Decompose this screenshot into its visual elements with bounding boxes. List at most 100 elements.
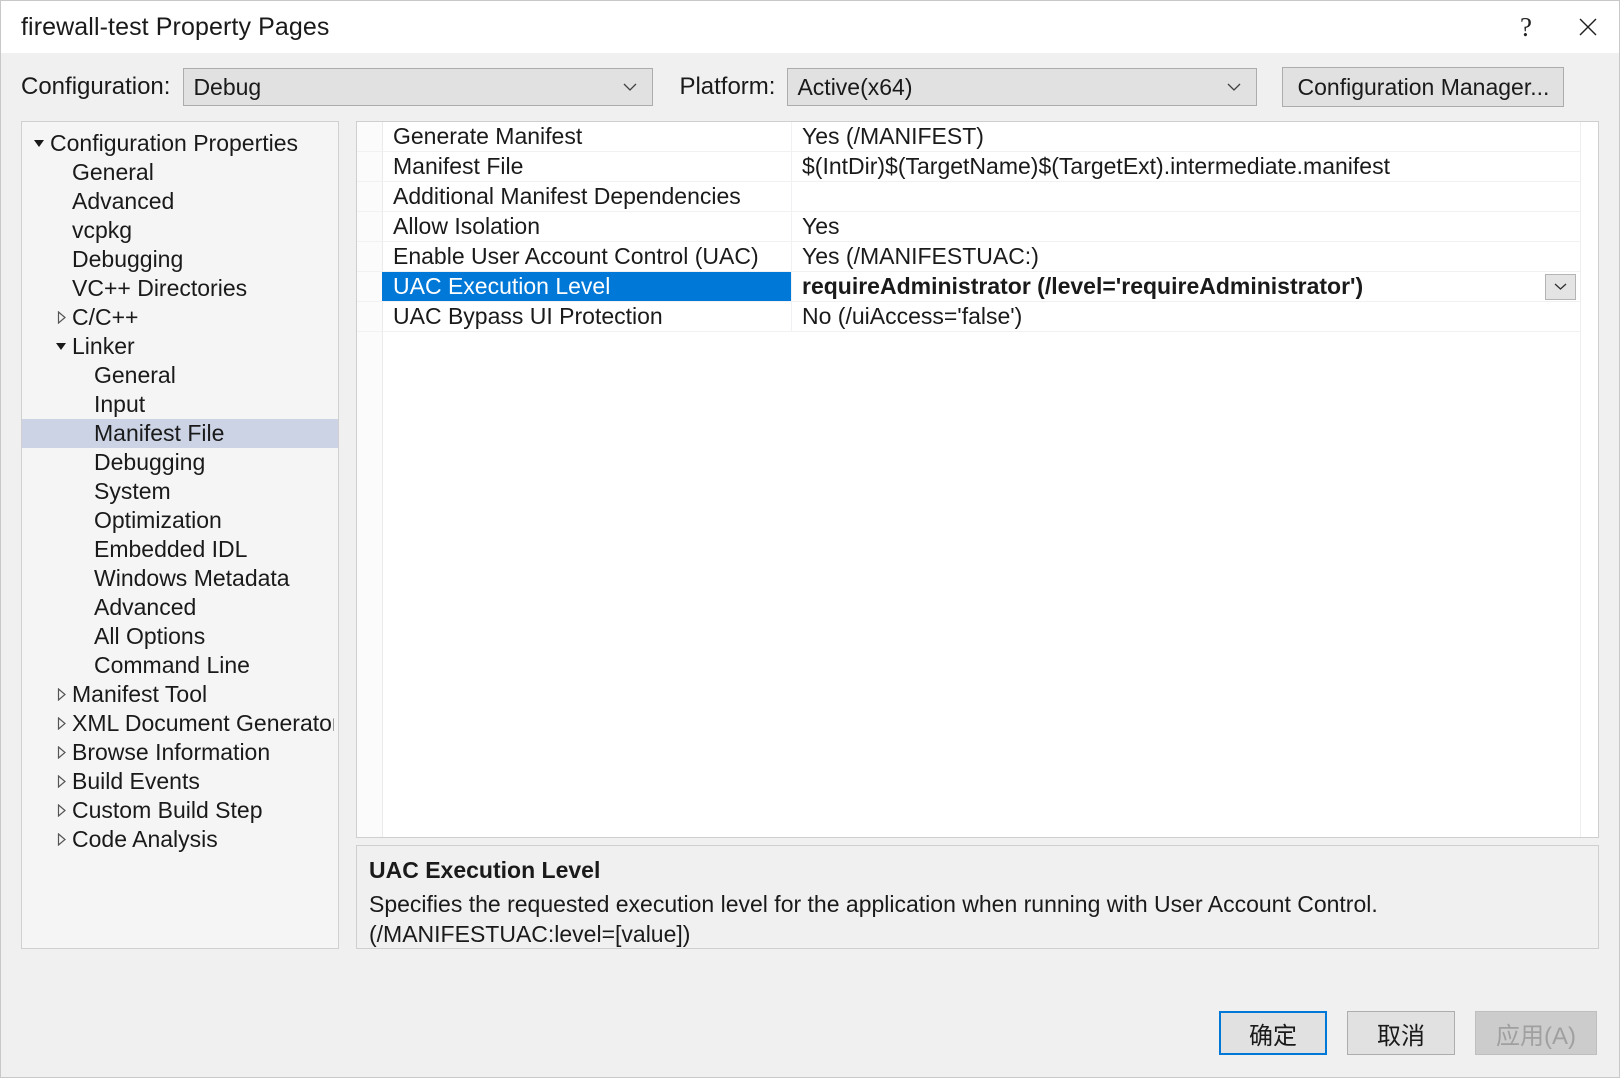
platform-select[interactable]: Active(x64) — [787, 68, 1258, 106]
property-description-pane: UAC Execution Level Specifies the reques… — [356, 845, 1599, 949]
tree-item-label: Browse Information — [72, 739, 271, 765]
chevron-down-icon — [1554, 283, 1567, 290]
platform-value: Active(x64) — [797, 73, 913, 100]
tree-item-configuration-properties[interactable]: Configuration Properties — [22, 129, 338, 158]
property-grid[interactable]: Generate Manifest Yes (/MANIFEST) Manifest… — [356, 121, 1599, 838]
tree-item-system[interactable]: System — [22, 477, 338, 506]
property-row[interactable]: Allow Isolation Yes — [357, 212, 1598, 242]
tree-item-all-options[interactable]: All Options — [22, 622, 338, 651]
tree-item-label: C/C++ — [72, 304, 139, 330]
configuration-manager-button[interactable]: Configuration Manager... — [1282, 67, 1565, 107]
chevron-down-icon — [622, 79, 638, 95]
tree-item-label: General — [94, 362, 176, 388]
tree-item-label: Build Events — [72, 768, 200, 794]
tree-item-debugging[interactable]: Debugging — [22, 245, 338, 274]
tree-item-label: Debugging — [72, 246, 184, 272]
property-value-cell[interactable]: Yes (/MANIFESTUAC:) — [791, 242, 1598, 271]
tree-item-debugging[interactable]: Debugging — [22, 448, 338, 477]
tree-item-vc-directories[interactable]: VC++ Directories — [22, 274, 338, 303]
tree-item-label: vcpkg — [72, 217, 133, 243]
value-dropdown-button[interactable] — [1545, 274, 1576, 300]
tree-item-label: All Options — [94, 623, 206, 649]
tree-item-label: XML Document Generator — [72, 710, 334, 736]
tree-item-linker[interactable]: Linker — [22, 332, 338, 361]
property-value-cell[interactable]: No (/uiAccess='false') — [791, 302, 1598, 331]
tree-item-manifest-file[interactable]: Manifest File — [22, 419, 338, 448]
tree-item-label: Input — [94, 391, 146, 417]
property-row[interactable]: Additional Manifest Dependencies — [357, 182, 1598, 212]
tree-item-advanced[interactable]: Advanced — [22, 187, 338, 216]
tree-item-label: VC++ Directories — [72, 275, 248, 301]
description-line-1: Specifies the requested execution level … — [369, 891, 1378, 917]
tree-item-optimization[interactable]: Optimization — [22, 506, 338, 535]
tree-item-label: Command Line — [94, 652, 250, 678]
tree-item-windows-metadata[interactable]: Windows Metadata — [22, 564, 338, 593]
property-value-cell[interactable]: Yes — [791, 212, 1598, 241]
title-bar: firewall-test Property Pages ? — [1, 1, 1619, 53]
tree-item-label: Manifest File — [94, 420, 225, 446]
expand-triangle-right-icon[interactable] — [50, 775, 72, 788]
window-controls: ? — [1495, 1, 1619, 53]
tree-item-label: Custom Build Step — [72, 797, 263, 823]
tree-item-label: Advanced — [94, 594, 197, 620]
description-line-2: (/MANIFESTUAC:level=[value]) — [369, 921, 691, 947]
configuration-tree[interactable]: Configuration Properties General Advanced v… — [21, 121, 339, 949]
configuration-label: Configuration: — [21, 73, 171, 100]
property-name-cell[interactable]: Manifest File — [382, 152, 791, 181]
expand-triangle-down-icon[interactable] — [50, 340, 72, 353]
tree-item-advanced[interactable]: Advanced — [22, 593, 338, 622]
property-row[interactable]: UAC Bypass UI Protection No (/uiAccess='f… — [357, 302, 1598, 332]
page-title: firewall-test Property Pages — [21, 12, 330, 41]
tree-item-build-events[interactable]: Build Events — [22, 767, 338, 796]
tree-item-label: Advanced — [72, 188, 175, 214]
property-row[interactable]: Manifest File $(IntDir)$(TargetName)$(Tar… — [357, 152, 1598, 182]
property-name-cell[interactable]: UAC Execution Level — [382, 272, 791, 301]
tree-item-code-analysis[interactable]: Code Analysis — [22, 825, 338, 854]
tree-item-label: Linker — [72, 333, 135, 359]
tree-item-browse-information[interactable]: Browse Information — [22, 738, 338, 767]
property-value-cell[interactable]: requireAdministrator (/level='requireAdm… — [791, 272, 1598, 301]
property-name-cell[interactable]: Allow Isolation — [382, 212, 791, 241]
property-name-cell[interactable]: Additional Manifest Dependencies — [382, 182, 791, 211]
configuration-select[interactable]: Debug — [183, 68, 654, 106]
description-title: UAC Execution Level — [369, 857, 601, 883]
tree-item-xml-document-generator[interactable]: XML Document Generator — [22, 709, 338, 738]
property-row[interactable]: UAC Execution Level requireAdministrator … — [357, 272, 1598, 302]
property-name-cell[interactable]: Generate Manifest — [382, 122, 791, 151]
property-row[interactable]: Enable User Account Control (UAC) Yes (/M… — [357, 242, 1598, 272]
help-button[interactable]: ? — [1495, 1, 1557, 53]
tree-item-command-line[interactable]: Command Line — [22, 651, 338, 680]
tree-item-vcpkg[interactable]: vcpkg — [22, 216, 338, 245]
tree-item-input[interactable]: Input — [22, 390, 338, 419]
dialog-footer: 确定 取消 应用(A) — [1, 989, 1619, 1077]
expand-triangle-down-icon[interactable] — [28, 137, 50, 150]
property-name-cell[interactable]: Enable User Account Control (UAC) — [382, 242, 791, 271]
expand-triangle-right-icon[interactable] — [50, 746, 72, 759]
property-value-cell[interactable]: $(IntDir)$(TargetName)$(TargetExt).inter… — [791, 152, 1598, 181]
property-value-cell[interactable]: Yes (/MANIFEST) — [791, 122, 1598, 151]
property-name-cell[interactable]: UAC Bypass UI Protection — [382, 302, 791, 331]
tree-item-label: System — [94, 478, 171, 504]
grid-scrollbar[interactable] — [1580, 122, 1598, 837]
tree-item-label: Manifest Tool — [72, 681, 208, 707]
apply-button[interactable]: 应用(A) — [1475, 1011, 1597, 1055]
cancel-button[interactable]: 取消 — [1347, 1011, 1455, 1055]
expand-triangle-right-icon[interactable] — [50, 804, 72, 817]
tree-item-label: Code Analysis — [72, 826, 218, 852]
expand-triangle-right-icon[interactable] — [50, 688, 72, 701]
property-value-cell[interactable] — [791, 182, 1598, 211]
tree-item-c-c[interactable]: C/C++ — [22, 303, 338, 332]
tree-item-embedded-idl[interactable]: Embedded IDL — [22, 535, 338, 564]
expand-triangle-right-icon[interactable] — [50, 311, 72, 324]
tree-item-label: Configuration Properties — [50, 130, 299, 156]
tree-item-custom-build-step[interactable]: Custom Build Step — [22, 796, 338, 825]
tree-item-label: Embedded IDL — [94, 536, 248, 562]
ok-button[interactable]: 确定 — [1219, 1011, 1327, 1055]
close-button[interactable] — [1557, 1, 1619, 53]
property-row[interactable]: Generate Manifest Yes (/MANIFEST) — [357, 122, 1598, 152]
tree-item-general[interactable]: General — [22, 158, 338, 187]
expand-triangle-right-icon[interactable] — [50, 717, 72, 730]
tree-item-manifest-tool[interactable]: Manifest Tool — [22, 680, 338, 709]
tree-item-general[interactable]: General — [22, 361, 338, 390]
expand-triangle-right-icon[interactable] — [50, 833, 72, 846]
